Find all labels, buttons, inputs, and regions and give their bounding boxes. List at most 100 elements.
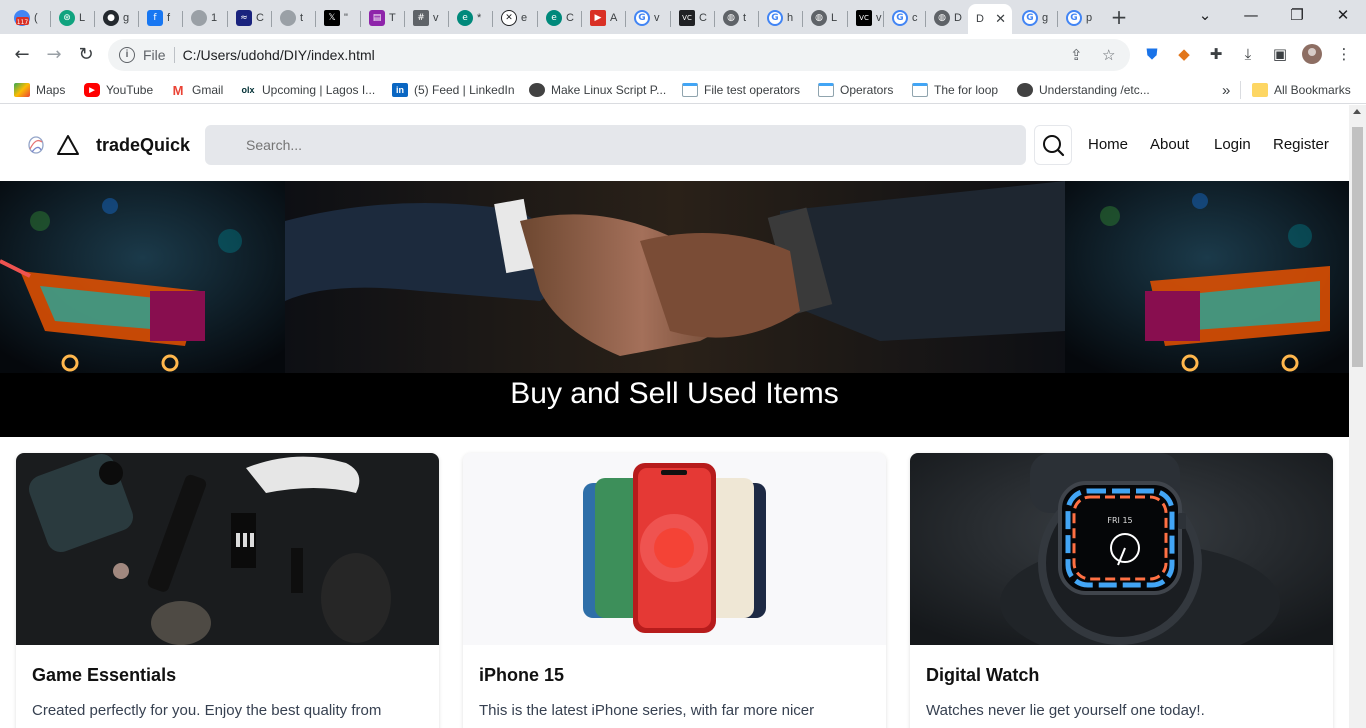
all-bookmarks[interactable]: All Bookmarks — [1252, 81, 1351, 99]
metamask-fox-icon[interactable]: ◆ — [1174, 44, 1194, 64]
bookmark-label: All Bookmarks — [1274, 83, 1351, 97]
bookmarks-bar: Maps ▶ YouTube M Gmail olx Upcoming | Lagos… — [0, 76, 1366, 104]
profile-avatar[interactable] — [1302, 44, 1322, 64]
tab[interactable]: ▤ T — [361, 4, 405, 32]
tab-favicon-icon: 117 — [14, 10, 30, 26]
google-icon: G — [1066, 10, 1082, 26]
facebook-icon: f — [147, 10, 163, 26]
bookmark-file-test[interactable]: File test operators — [682, 81, 800, 99]
bookmark-gmail[interactable]: M Gmail — [170, 81, 223, 99]
url-text[interactable]: C:/Users/udohd/DIY/index.html — [183, 47, 375, 63]
tab-favicon-icon: # — [413, 10, 429, 26]
product-card[interactable]: FRI 15 Digital Watch Watches never lie g… — [910, 453, 1333, 728]
bookmark-operators[interactable]: Operators — [818, 81, 893, 99]
url-scheme: File — [143, 47, 166, 63]
bookmark-label: YouTube — [106, 83, 154, 97]
forward-arrow-icon[interactable]: → — [42, 43, 66, 67]
tab[interactable]: ◍ L — [803, 4, 848, 32]
google-icon: G — [892, 10, 908, 26]
tab-title: C — [566, 12, 574, 24]
tab[interactable]: ◍ D — [926, 4, 968, 32]
bookmark-maps[interactable]: Maps — [14, 81, 65, 99]
site-icon — [529, 83, 545, 97]
tab[interactable]: Gv — [626, 4, 671, 32]
tab[interactable]: # v — [405, 4, 449, 32]
search-button[interactable] — [1034, 125, 1072, 165]
maps-icon — [14, 83, 30, 97]
minimize-icon[interactable]: — — [1236, 4, 1266, 26]
tab[interactable]: ff — [139, 4, 183, 32]
tab[interactable]: ✕ e — [493, 4, 538, 32]
tab-search-chevron-icon[interactable]: ⌄ — [1190, 4, 1220, 26]
menu-kebab-icon[interactable]: ⋮ — [1334, 44, 1354, 64]
tab[interactable]: ⊛ L — [51, 4, 95, 32]
tab[interactable]: ● g — [95, 4, 139, 32]
brand-name[interactable]: tradeQuick — [96, 135, 190, 156]
card-title[interactable]: iPhone 15 — [479, 665, 564, 686]
scroll-up-arrow-icon[interactable] — [1353, 109, 1361, 114]
search-icon — [1043, 135, 1065, 157]
tab[interactable]: ◍ t — [715, 4, 759, 32]
tab[interactable]: Gh — [759, 4, 803, 32]
card-title[interactable]: Game Essentials — [32, 665, 176, 686]
tab[interactable]: 1 — [183, 4, 228, 32]
bookmark-understanding-etc[interactable]: Understanding /etc... — [1017, 81, 1150, 99]
scrollbar-thumb[interactable] — [1352, 127, 1363, 367]
tab[interactable]: 𝕏 " — [316, 4, 361, 32]
tab-active[interactable]: D ✕ — [968, 4, 1012, 34]
nav-login[interactable]: Login — [1214, 136, 1251, 153]
tab[interactable]: t — [272, 4, 316, 32]
bookmark-youtube[interactable]: ▶ YouTube — [84, 81, 153, 99]
reload-icon[interactable]: ↻ — [74, 43, 98, 67]
nav-register[interactable]: Register — [1273, 136, 1329, 153]
bookmark-linux-script[interactable]: Make Linux Script P... — [529, 81, 666, 99]
tab[interactable]: ≈ C — [228, 4, 272, 32]
tab-title: " — [344, 12, 348, 24]
bookmark-olx[interactable]: olx Upcoming | Lagos I... — [240, 81, 375, 99]
back-arrow-icon[interactable]: ← — [10, 43, 34, 67]
tab[interactable]: 117 ( — [6, 4, 51, 32]
tab[interactable]: VC v — [848, 4, 884, 32]
download-icon[interactable]: ⤓ — [1238, 44, 1258, 64]
web-page: tradeQuick Home About Login Register — [0, 105, 1349, 728]
nav-home[interactable]: Home — [1088, 136, 1128, 153]
close-tab-icon[interactable]: ✕ — [995, 12, 1006, 27]
page-scrollbar[interactable] — [1349, 105, 1366, 728]
tab[interactable]: Gc — [884, 4, 926, 32]
more-bookmarks-chevron[interactable]: » — [1222, 81, 1230, 99]
tab[interactable]: eC — [538, 4, 582, 32]
address-bar[interactable]: i File C:/Users/udohd/DIY/index.html ⇪ ☆ — [108, 39, 1130, 71]
side-panel-icon[interactable]: ▣ — [1270, 44, 1290, 64]
product-card[interactable]: iPhone 15 This is the latest iPhone seri… — [463, 453, 886, 728]
restore-icon[interactable]: ❐ — [1282, 4, 1312, 26]
extensions-puzzle-icon[interactable]: ✚ — [1206, 44, 1226, 64]
bookmark-linkedin[interactable]: in (5) Feed | LinkedIn — [392, 81, 515, 99]
new-tab-plus-icon[interactable]: + — [1108, 6, 1130, 28]
bookmark-star-icon[interactable]: ☆ — [1102, 46, 1115, 64]
tab[interactable]: Gg — [1014, 4, 1058, 32]
bookmark-label: Understanding /etc... — [1039, 83, 1150, 97]
triangle-logo-icon[interactable] — [56, 134, 80, 156]
x-twitter-icon: 𝕏 — [324, 10, 340, 26]
tab[interactable]: ▶ A — [582, 4, 626, 32]
site-info-icon[interactable]: i — [119, 47, 135, 63]
product-card[interactable]: Game Essentials Created perfectly for yo… — [16, 453, 439, 728]
site-header: tradeQuick Home About Login Register — [0, 105, 1349, 181]
tab-title: C — [256, 12, 264, 24]
tab[interactable]: e * — [449, 4, 493, 32]
search-input[interactable] — [205, 125, 1026, 165]
close-window-icon[interactable]: ✕ — [1328, 4, 1358, 26]
shield-extension-icon[interactable]: ⛊ — [1142, 44, 1162, 64]
hero-title: Buy and Sell Used Items — [510, 377, 839, 410]
tab[interactable]: VC C — [671, 4, 715, 32]
tab[interactable]: Gp — [1058, 4, 1100, 32]
tab-favicon-icon — [191, 10, 207, 26]
brand-logo-icon[interactable] — [26, 134, 46, 156]
tab-title: c — [912, 12, 918, 24]
nav-about[interactable]: About — [1150, 136, 1189, 153]
game-essentials-image — [16, 453, 439, 645]
bookmark-for-loop[interactable]: The for loop — [912, 81, 998, 99]
card-title[interactable]: Digital Watch — [926, 665, 1039, 686]
tab-title: t — [743, 12, 747, 24]
share-icon[interactable]: ⇪ — [1070, 46, 1083, 64]
